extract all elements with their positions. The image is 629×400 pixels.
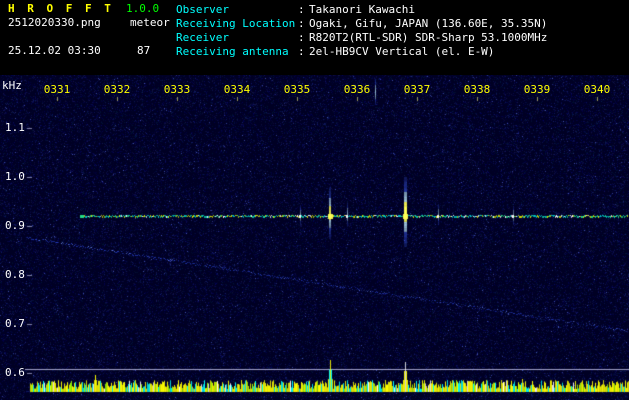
echo-count: 87 — [137, 44, 151, 57]
time-tick-label: 0338 — [463, 83, 491, 96]
info-label: Receiving Location — [176, 17, 296, 30]
spectrogram: kHz 1.1 1.0 0.9 0.8 0.7 0.6 0331 0332 0333 0334 0… — [0, 75, 629, 400]
station-info-row: Receiving Location: Ogaki, Gifu, JAPAN (1… — [176, 17, 547, 31]
freq-tick-label: 0.8 — [5, 268, 25, 281]
info-value: 2el-HB9CV Vertical (el. E-W) — [309, 45, 495, 58]
freq-tick-label: 1.1 — [5, 121, 25, 134]
time-tick-label: 0336 — [343, 83, 371, 96]
mode-label: meteor — [130, 16, 170, 29]
time-tick-label: 0340 — [583, 83, 611, 96]
info-separator: : — [298, 45, 305, 58]
freq-tick-label: 0.9 — [5, 219, 25, 232]
time-tick-label: 0333 — [163, 83, 191, 96]
freq-axis-unit: kHz — [2, 79, 22, 92]
info-label: Observer — [176, 3, 229, 16]
info-value: R820T2(RTL-SDR) SDR-Sharp 53.1000MHz — [309, 31, 548, 44]
time-tick-label: 0331 — [43, 83, 71, 96]
freq-tick-label: 1.0 — [5, 170, 25, 183]
time-tick-label: 0335 — [283, 83, 311, 96]
station-info-row: Receiving antenna:2el-HB9CV Vertical (el… — [176, 45, 547, 59]
time-tick-label: 0339 — [523, 83, 551, 96]
station-info: Observer: Takanori Kawachi Receiving Locat… — [176, 3, 547, 59]
app-title: H R O F F T — [8, 2, 114, 15]
info-value: Ogaki, Gifu, JAPAN (136.60E, 35.35N) — [309, 17, 548, 30]
station-info-row: Receiver: R820T2(RTL-SDR) SDR-Sharp 53.10… — [176, 31, 547, 45]
info-label: Receiving antenna — [176, 45, 289, 58]
freq-tick-label: 0.6 — [5, 366, 25, 379]
info-separator: : — [298, 3, 305, 16]
info-label: Receiver — [176, 31, 229, 44]
info-value: Takanori Kawachi — [309, 3, 415, 16]
time-tick-label: 0334 — [223, 83, 251, 96]
app-version: 1.0.0 — [126, 2, 160, 15]
station-info-row: Observer: Takanori Kawachi — [176, 3, 547, 17]
datetime: 25.12.02 03:30 — [8, 44, 101, 57]
info-separator: : — [298, 17, 305, 30]
info-separator: : — [298, 31, 305, 44]
freq-tick-label: 0.7 — [5, 317, 25, 330]
filename: 2512020330.png — [8, 16, 101, 29]
hrofft-window: H R O F F T 1.0.0 2512020330.png meteor … — [0, 0, 629, 400]
spectrogram-canvas — [0, 75, 629, 400]
time-tick-label: 0332 — [103, 83, 131, 96]
time-tick-label: 0337 — [403, 83, 431, 96]
